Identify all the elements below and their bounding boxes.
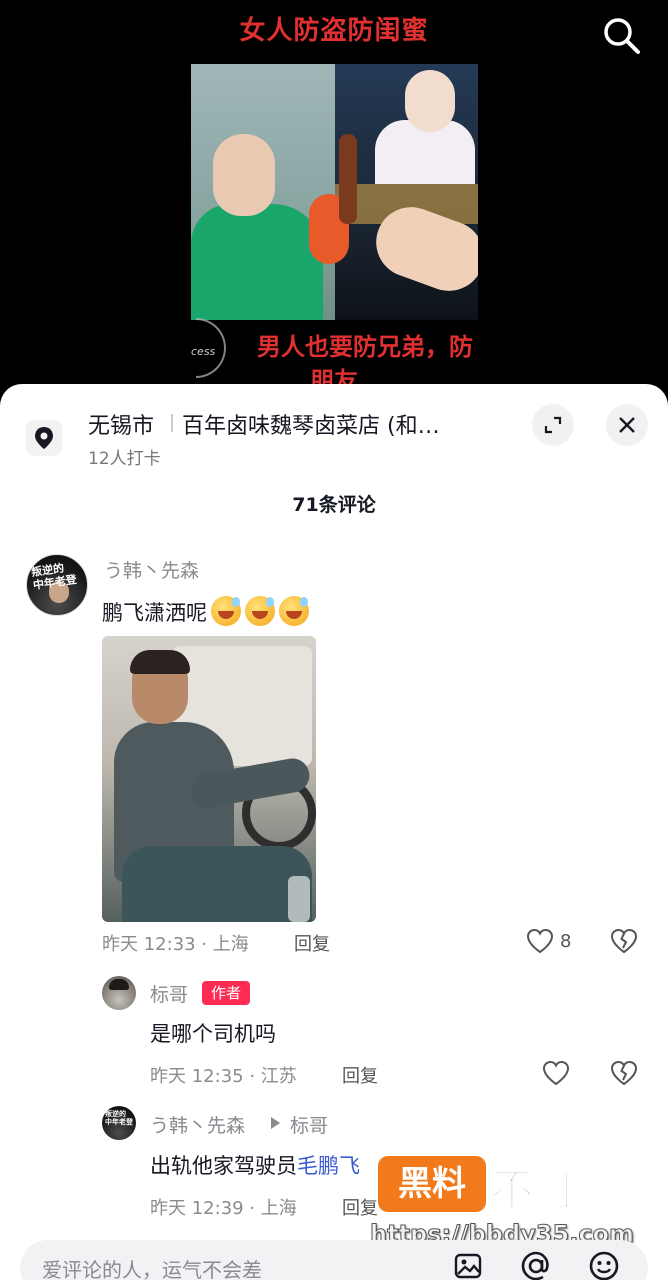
like-button[interactable] [542, 1060, 570, 1086]
location-separator [171, 414, 173, 432]
author-badge: 作者 [202, 981, 250, 1005]
avatar-text: 叛逆的 中年老登 [105, 1110, 133, 1126]
watermark-box: 黑料 [378, 1156, 486, 1212]
heart-icon [526, 928, 554, 954]
video-title: 女人防盗防闺蜜 [239, 16, 429, 46]
laugh-sweat-emoji-icon [245, 596, 275, 626]
video-left-scene [191, 64, 335, 320]
close-icon[interactable] [606, 404, 648, 446]
mention-link[interactable]: 毛鹏飞 [297, 1154, 360, 1178]
laugh-sweat-emoji-icon [211, 596, 241, 626]
image-icon[interactable] [450, 1248, 486, 1280]
dislike-heart-icon [610, 1060, 638, 1086]
video-player[interactable]: 女人防盗防闺蜜 cess 男人也要防兄弟，防 朋友 [0, 0, 668, 400]
avatar[interactable] [102, 976, 136, 1010]
emoji-icon[interactable] [586, 1248, 622, 1280]
reply-text: 是哪个司机吗 [150, 1022, 276, 1046]
like-button[interactable]: 8 [526, 928, 571, 954]
watermark-logo: 黑料 不打烊 [378, 1154, 648, 1217]
location-shop-name: 百年卤味魏琴卤菜店 (和… [182, 414, 440, 439]
comment-input[interactable]: 爱评论的人，运气不会差 [20, 1240, 648, 1280]
screen: 女人防盗防闺蜜 cess 男人也要防兄弟，防 朋友 无锡市 百年卤味魏琴卤菜店 … [0, 0, 668, 1280]
dislike-button[interactable] [610, 1060, 638, 1086]
like-count: 8 [560, 930, 572, 952]
expand-icon[interactable] [532, 404, 574, 446]
comments-sheet: 无锡市 百年卤味魏琴卤菜店 (和… 12人打卡 71条评论 叛逆的 中年老登 う… [0, 384, 668, 1280]
comment-time-location: 昨天 12:33 · 上海 [102, 934, 249, 955]
reply-username[interactable]: う韩丶先森 [150, 1111, 245, 1138]
dislike-button[interactable] [610, 928, 638, 954]
reply-arrow-icon [271, 1117, 280, 1129]
avatar[interactable]: 叛逆的 中年老登 [26, 554, 88, 616]
reply-text: 出轨他家驾驶员毛鹏飞 [150, 1150, 360, 1180]
comments-count: 71条评论 [292, 494, 376, 516]
comment-text-body: 鹏飞潇洒呢 [102, 601, 207, 625]
video-frame [191, 64, 478, 320]
comment-image[interactable] [102, 636, 316, 922]
reply-button[interactable]: 回复 [342, 1194, 378, 1220]
subtitle-line-1: 男人也要防兄弟，防 [257, 333, 473, 361]
reply-username[interactable]: 标哥 [150, 980, 188, 1007]
watermark-text: 不打烊 [489, 1164, 623, 1217]
comment-input-placeholder: 爱评论的人，运气不会差 [42, 1258, 262, 1280]
location-pin-icon [26, 420, 62, 456]
laugh-sweat-emoji-icon [279, 596, 309, 626]
reply-button[interactable]: 回复 [294, 930, 330, 956]
reply-time-location: 昨天 12:39 · 上海 [150, 1198, 297, 1219]
reply-to-username[interactable]: 标哥 [290, 1111, 328, 1138]
search-icon[interactable] [600, 14, 644, 58]
dislike-heart-icon [610, 928, 638, 954]
reply-button[interactable]: 回复 [342, 1062, 378, 1088]
reply-text-body: 出轨他家驾驶员 [150, 1154, 297, 1178]
avatar[interactable]: 叛逆的 中年老登 [102, 1106, 136, 1140]
reply-time-location: 昨天 12:35 · 江苏 [150, 1066, 297, 1087]
at-icon[interactable] [518, 1248, 554, 1280]
location-city: 无锡市 [88, 414, 155, 439]
heart-icon [542, 1060, 570, 1086]
location-checkins: 12人打卡 [88, 449, 161, 469]
comment-text: 鹏飞潇洒呢 [102, 596, 309, 627]
avatar-text: 叛逆的 中年老登 [30, 561, 78, 592]
comment-username[interactable]: う韩丶先森 [104, 556, 199, 583]
